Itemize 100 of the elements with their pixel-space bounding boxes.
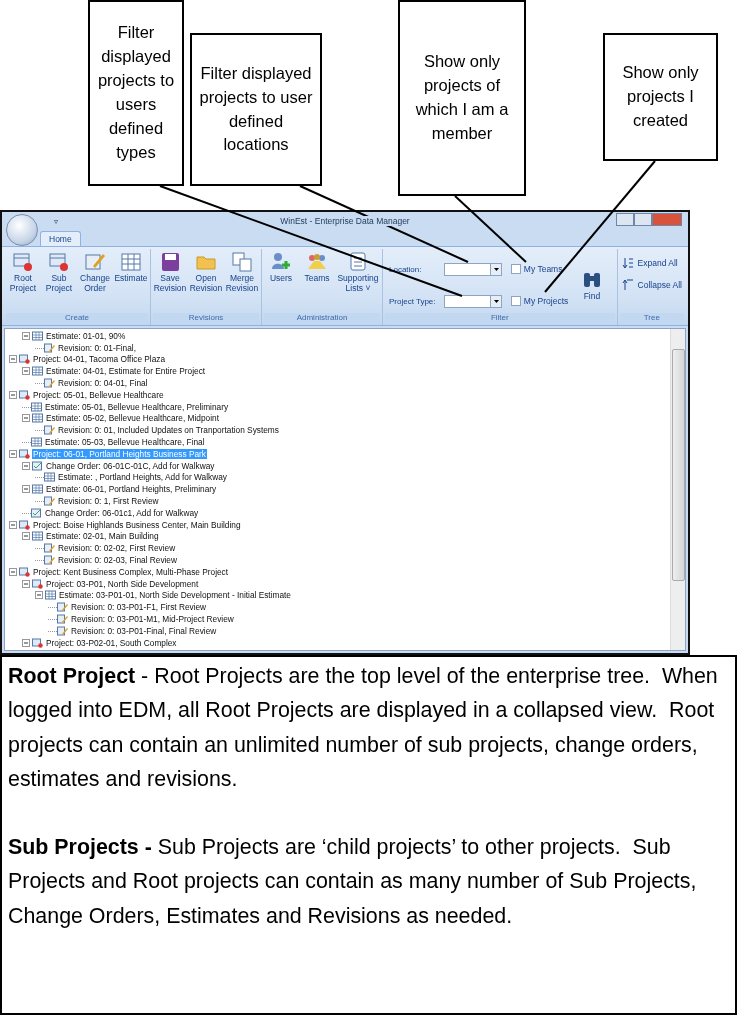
tree-item[interactable]: Project: 03-P02-01, South Complex bbox=[45, 637, 178, 648]
stacked-grids-icon bbox=[231, 251, 253, 273]
project-icon bbox=[32, 637, 43, 648]
grid-sheet-icon bbox=[32, 366, 43, 377]
pencil-sheet-icon bbox=[57, 602, 68, 613]
quick-access-menu[interactable]: ▿ bbox=[54, 216, 58, 226]
tree-item[interactable]: Revision: 0: 03-P01-F1, First Review bbox=[70, 602, 208, 613]
tree-item[interactable]: Revision: 0: 01, Included Updates on Tranportation Systems bbox=[57, 425, 280, 436]
application-orb[interactable] bbox=[6, 214, 38, 246]
tree-button[interactable]: Expand All bbox=[619, 255, 680, 271]
pencil-sheet-icon bbox=[44, 543, 55, 554]
minimize-button[interactable] bbox=[616, 213, 634, 226]
combo-box[interactable] bbox=[444, 294, 503, 308]
expander-toggle[interactable] bbox=[9, 355, 17, 364]
grid-sheet-icon bbox=[32, 413, 43, 424]
project-icon bbox=[19, 566, 30, 577]
ribbon-button[interactable]: Open Revision bbox=[189, 251, 223, 294]
tree-item[interactable]: Estimate: 04-01, Estimate for Entire Project bbox=[45, 366, 207, 377]
ribbon-button[interactable]: Sub Project bbox=[42, 251, 76, 294]
tree-item[interactable]: Estimate: 03-P01-01, North Side Development - Initial Estimate bbox=[58, 590, 292, 601]
ribbon-button[interactable]: Supporting Lists ˅ bbox=[336, 251, 380, 294]
tree-item[interactable]: Estimate: 02-01, Main Building bbox=[45, 531, 160, 542]
dropdown-arrow-icon bbox=[493, 267, 499, 271]
pencil-sheet-icon bbox=[57, 614, 68, 624]
ribbon-tab[interactable]: Home bbox=[40, 231, 81, 246]
pencil-sheet-icon bbox=[44, 378, 55, 389]
tree-item[interactable]: Project: 04-01, Tacoma Office Plaza bbox=[32, 354, 167, 365]
tree-item[interactable]: Project: Boise Highlands Business Center, Main Building bbox=[32, 519, 242, 530]
tree-item[interactable]: Revision: 0: 04-01, Final bbox=[57, 378, 149, 389]
tree-item[interactable]: Revision: 0: 03-P01-M1, Mid-Project Review bbox=[70, 614, 235, 624]
tree-item[interactable]: Project: 05-01, Bellevue Healthcare bbox=[32, 389, 165, 400]
checkbox[interactable]: My Teams bbox=[510, 264, 572, 274]
expander-toggle[interactable] bbox=[22, 367, 30, 376]
grid-sheet-icon bbox=[32, 484, 43, 495]
project-icon bbox=[19, 448, 30, 459]
ribbon-button[interactable]: Root Project bbox=[6, 251, 40, 294]
tree-item[interactable]: Revision: 0: 03-P01-Final, Final Review bbox=[70, 625, 218, 636]
tree-item[interactable]: Estimate: 05-01, Bellevue Healthcare, Preliminary bbox=[44, 401, 230, 412]
tree-item[interactable]: Revision: 0: 1, First Review bbox=[57, 496, 160, 507]
project-icon bbox=[32, 578, 43, 589]
expander-toggle[interactable] bbox=[22, 414, 30, 423]
tree-item[interactable]: Estimate: , Portland Heights, Add for Walkway bbox=[57, 472, 228, 483]
pencil-sheet-icon bbox=[84, 251, 106, 273]
expander-toggle[interactable] bbox=[22, 461, 30, 470]
pencil-sheet-icon bbox=[44, 425, 55, 436]
expander-toggle[interactable] bbox=[9, 390, 17, 399]
expander-toggle[interactable] bbox=[9, 449, 17, 458]
expander-toggle[interactable] bbox=[9, 520, 17, 529]
tree-item[interactable]: Change Order: 06-01c1, Add for Walkway bbox=[44, 507, 200, 518]
scrollbar[interactable] bbox=[670, 329, 685, 650]
window-title: WinEst - Enterprise Data Manager bbox=[277, 216, 413, 226]
callout-box: Filter displayed projects to users defined types bbox=[88, 0, 184, 186]
expander-toggle[interactable] bbox=[22, 485, 30, 494]
description-paragraph: Root Project - Root Projects are the top level of the enterprise tree. When logged into EDM, all Root Projects are displayed in a collapsed view. Root projects can contain an unlimited number of sub projects, change orders, estimates and revisions. bbox=[8, 663, 719, 793]
tree-item[interactable]: Project: Kent Business Complex, Multi-Phase Project bbox=[32, 566, 230, 577]
ribbon-button[interactable]: Merge Revision bbox=[225, 251, 259, 294]
callout-box: Show only projects I created bbox=[603, 33, 718, 161]
pencil-sheet-icon bbox=[44, 342, 55, 353]
tree-item[interactable]: Estimate: 05-02, Bellevue Healthcare, Midpoint bbox=[45, 413, 220, 424]
find-button[interactable]: Find bbox=[576, 268, 607, 302]
ribbon-button[interactable]: Estimate bbox=[114, 251, 148, 284]
tree-item[interactable]: Estimate: 01-01, 90% bbox=[45, 330, 127, 341]
project-icon bbox=[12, 251, 34, 273]
tree-item[interactable]: Estimate: 05-03, Bellevue Healthcare, Final bbox=[44, 437, 206, 448]
expander-toggle[interactable] bbox=[22, 532, 30, 541]
ribbon-button[interactable]: Teams bbox=[300, 251, 334, 284]
ribbon-button[interactable]: Users bbox=[264, 251, 298, 284]
checkbox[interactable]: My Projects bbox=[510, 296, 572, 306]
field-label: Location: bbox=[389, 264, 423, 274]
collapse-icon bbox=[621, 279, 634, 291]
pencil-sheet-icon bbox=[44, 555, 55, 566]
tree-item[interactable]: Change Order: 06-01C-01C, Add for Walkway bbox=[45, 460, 216, 471]
expander-toggle[interactable] bbox=[22, 579, 30, 588]
tree-item[interactable]: Revision: 0: 02-02, First Review bbox=[57, 543, 177, 554]
grid-sheet-icon bbox=[45, 590, 56, 601]
expander-toggle[interactable] bbox=[9, 567, 17, 576]
expander-toggle[interactable] bbox=[22, 331, 30, 340]
grid-sheet-icon bbox=[31, 401, 42, 412]
ribbon-button[interactable]: Change Order bbox=[78, 251, 112, 294]
grid-sheet-icon bbox=[31, 437, 42, 448]
checked-sheet-icon bbox=[32, 460, 43, 471]
dropdown-arrow-icon bbox=[493, 299, 499, 303]
pencil-sheet-icon bbox=[57, 625, 68, 636]
expand-icon bbox=[621, 257, 634, 269]
grid-sheet-icon bbox=[120, 251, 142, 273]
callout-box: Show only projects of which I am a member bbox=[398, 0, 526, 196]
tree-item[interactable]: Estimate: 06-01, Portland Heights, Preliminary bbox=[45, 484, 218, 495]
project-icon bbox=[19, 519, 30, 530]
tree-item[interactable]: Project: 03-P01, North Side Development bbox=[45, 578, 200, 589]
tree-item[interactable]: Revision: 0: 02-03, Final Review bbox=[57, 555, 178, 566]
project-icon bbox=[48, 251, 70, 273]
expander-toggle[interactable] bbox=[35, 591, 43, 600]
project-icon bbox=[19, 354, 30, 365]
maximize-button[interactable] bbox=[634, 213, 652, 226]
tree-item[interactable]: Revision: 0: 01-Final, bbox=[57, 342, 137, 353]
tree-button[interactable]: Collapse All bbox=[619, 277, 684, 293]
expander-toggle[interactable] bbox=[22, 638, 30, 647]
callout-box: Filter displayed projects to user defined locations bbox=[190, 33, 322, 186]
ribbon-button[interactable]: Save Revision bbox=[153, 251, 187, 294]
grid-sheet-icon bbox=[32, 531, 43, 542]
